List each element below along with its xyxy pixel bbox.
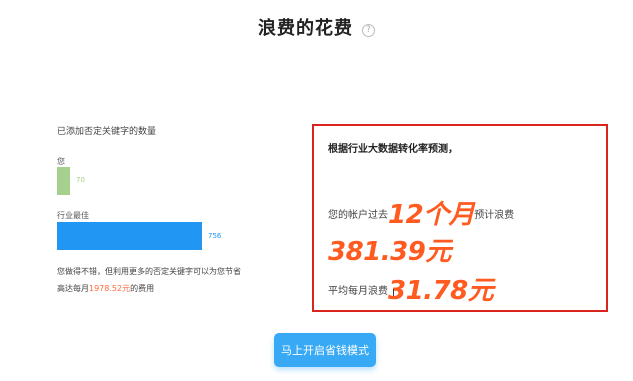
enable-savings-mode-button[interactable]: 马上开启省钱模式	[274, 333, 376, 367]
prediction-months: 12个月	[388, 200, 475, 230]
savings-amount: 1978.52元	[89, 284, 131, 293]
savings-description: 您做得不错，但利用更多的否定关键字可以为您节省 高达每月1978.52元的费用	[57, 263, 241, 297]
savings-suffix: 的费用	[130, 284, 155, 293]
industry-keywords-value: 756	[208, 232, 222, 240]
savings-prefix: 高达每月	[57, 284, 89, 293]
prediction-heading: 根据行业大数据转化率预测，	[328, 144, 458, 155]
industry-keywords-bar	[57, 222, 202, 250]
prediction-line1-prefix: 您的帐户过去	[328, 210, 388, 221]
your-keywords-value: 70	[76, 176, 85, 184]
industry-bar-label: 行业最佳	[57, 211, 89, 220]
prediction-line2-prefix: 平均每月浪费	[328, 286, 388, 297]
page-title: 浪费的花费	[257, 18, 353, 39]
prediction-line-monthly: 平均每月浪费31.78元	[328, 270, 494, 307]
prediction-monthly-waste: 31.78元	[388, 276, 494, 306]
your-bar-label: 您	[57, 157, 65, 166]
savings-description-line1: 您做得不错，但利用更多的否定关键字可以为您节省	[57, 267, 241, 276]
prediction-line-12-months: 您的帐户过去12个月预计浪费 381.39元	[328, 194, 606, 268]
prediction-total-waste: 381.39元	[328, 237, 451, 267]
help-icon[interactable]: ?	[362, 24, 376, 37]
negative-keywords-panel: 已添加否定关键字的数量 您 70 行业最佳 756 您做得不错，但利用更多的否定…	[57, 124, 297, 293]
prediction-line1-middle: 预计浪费	[474, 210, 515, 221]
savings-description-line2: 高达每月1978.52元的费用	[57, 280, 241, 297]
waste-prediction-box: 根据行业大数据转化率预测， 您的帐户过去12个月预计浪费 381.39元 平均每月…	[312, 124, 608, 312]
your-keywords-bar	[57, 167, 70, 195]
text-cursor-icon: I	[392, 288, 395, 299]
negative-keywords-heading: 已添加否定关键字的数量	[57, 127, 157, 137]
title-row: 浪费的花费 ?	[0, 14, 633, 40]
